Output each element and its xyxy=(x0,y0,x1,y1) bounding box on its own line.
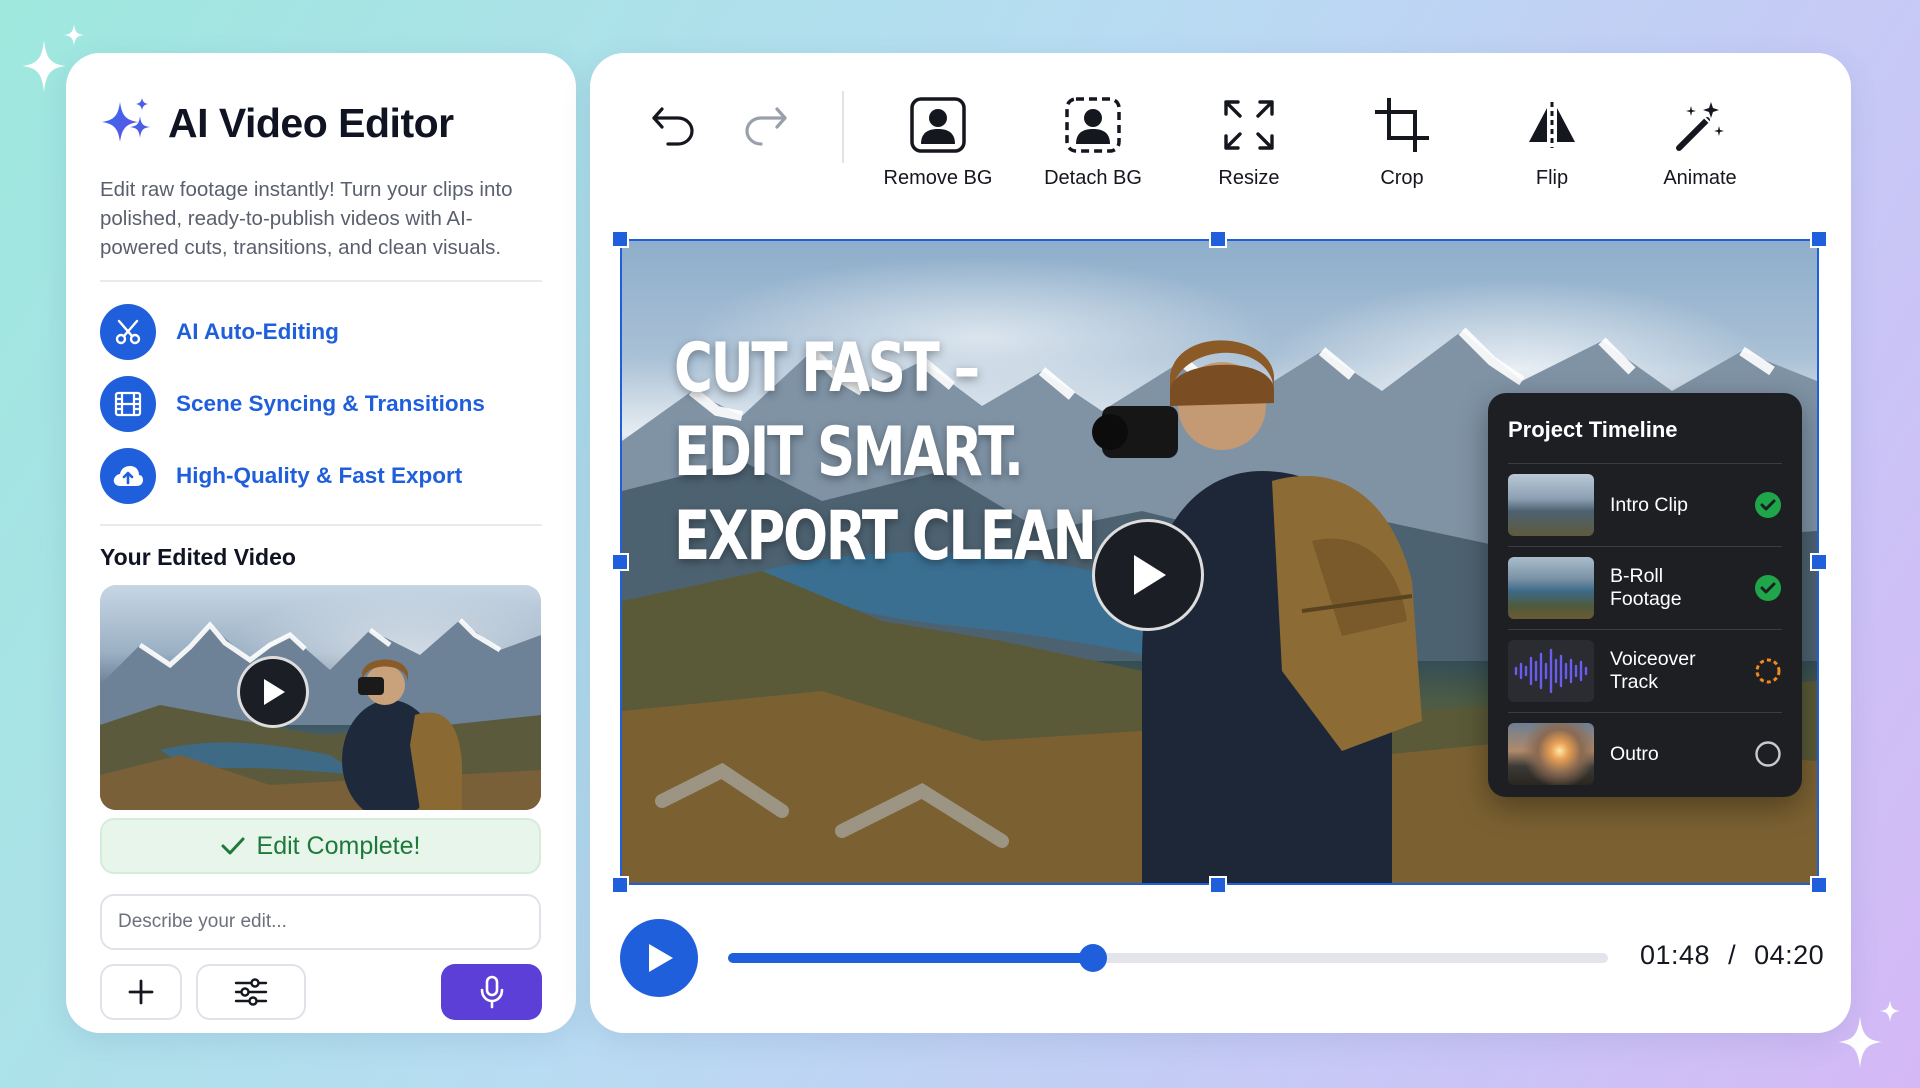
app-header: AI Video Editor xyxy=(100,91,542,155)
divider xyxy=(100,280,542,282)
headline-line: EXPORT CLEAN. xyxy=(674,497,1115,576)
feature-label: AI Auto-Editing xyxy=(176,319,339,344)
voice-input-button[interactable] xyxy=(441,964,542,1020)
clip-name: Voiceover Track xyxy=(1610,648,1696,693)
timeline-item[interactable]: Voiceover Track xyxy=(1508,629,1782,712)
complete-check-icon xyxy=(1754,491,1782,519)
divider xyxy=(100,524,542,526)
section-title: Your Edited Video xyxy=(100,544,296,570)
video-headline: CUT FAST – EDIT SMART. EXPORT CLEAN. xyxy=(674,327,1115,579)
timeline-item[interactable]: B-Roll Footage xyxy=(1508,546,1782,629)
edit-complete-label: Edit Complete! xyxy=(256,831,421,860)
thumbnail-scene xyxy=(100,618,541,810)
project-timeline-card: Project Timeline Intro Clip B-Roll Foota… xyxy=(1488,393,1802,797)
feature-item-fast-export[interactable]: High-Quality & Fast Export xyxy=(100,440,542,512)
seek-bar-handle[interactable] xyxy=(1079,944,1108,972)
resize-handle[interactable] xyxy=(1810,876,1828,894)
resize-handle[interactable] xyxy=(1810,553,1828,571)
feature-list: AI Auto-Editing Scene Syncing & Transiti… xyxy=(100,296,542,512)
undo-icon[interactable] xyxy=(650,101,696,151)
seek-bar-progress xyxy=(728,953,1094,963)
microphone-icon xyxy=(480,975,503,1009)
feature-item-auto-editing[interactable]: AI Auto-Editing xyxy=(100,296,542,368)
resize-arrows-icon xyxy=(1224,100,1274,150)
feature-label: High-Quality & Fast Export xyxy=(176,463,463,488)
plus-icon xyxy=(128,979,154,1005)
playback-play-button[interactable] xyxy=(620,919,698,997)
toolbar: Remove BG Detach BG Resize Crop Flip Ani… xyxy=(590,53,1851,223)
flip-icon xyxy=(1529,102,1575,148)
person-dashed-frame-icon xyxy=(1065,97,1121,153)
app-description: Edit raw footage instantly! Turn your cl… xyxy=(100,178,513,259)
tool-resize[interactable]: Resize xyxy=(1189,91,1309,190)
play-icon xyxy=(1134,555,1166,595)
scissors-icon xyxy=(100,304,156,360)
clip-thumbnail xyxy=(1508,557,1594,619)
person-frame-icon xyxy=(910,97,966,153)
settings-button[interactable] xyxy=(196,964,306,1020)
sidebar-panel: AI Video Editor Edit raw footage instant… xyxy=(66,53,576,1033)
resize-handle[interactable] xyxy=(611,553,629,571)
timeline-item[interactable]: Intro Clip xyxy=(1508,463,1782,546)
editor-panel: Remove BG Detach BG Resize Crop Flip Ani… xyxy=(590,53,1851,1033)
time-separator: / xyxy=(1728,940,1737,970)
input-actions xyxy=(100,964,542,1020)
resize-handle[interactable] xyxy=(1209,230,1227,248)
clip-name: B-Roll Footage xyxy=(1610,565,1682,610)
tool-label: Remove BG xyxy=(883,167,993,189)
check-icon xyxy=(221,837,245,855)
tool-flip[interactable]: Flip xyxy=(1492,91,1612,190)
time-display: 01:48 / 04:20 xyxy=(1640,940,1824,971)
play-icon xyxy=(649,944,673,972)
tool-label: Detach BG xyxy=(1044,167,1142,189)
resize-handle[interactable] xyxy=(611,876,629,894)
video-canvas[interactable]: CUT FAST – EDIT SMART. EXPORT CLEAN. Pro… xyxy=(611,230,1828,894)
tool-label: Resize xyxy=(1218,167,1280,189)
headline-line: EDIT SMART. xyxy=(674,413,1024,492)
feature-item-scene-syncing[interactable]: Scene Syncing & Transitions xyxy=(100,368,542,440)
clip-name: Intro Clip xyxy=(1610,493,1689,516)
sliders-icon xyxy=(234,978,268,1006)
tool-remove-bg[interactable]: Remove BG xyxy=(878,91,998,190)
timeline-title: Project Timeline xyxy=(1508,417,1678,442)
tool-label: Crop xyxy=(1380,167,1424,189)
in-progress-spinner-icon xyxy=(1754,657,1782,685)
add-button[interactable] xyxy=(100,964,182,1020)
app-title: AI Video Editor xyxy=(168,99,454,146)
total-time: 04:20 xyxy=(1754,940,1825,970)
seek-bar[interactable] xyxy=(728,944,1608,972)
play-icon xyxy=(264,679,285,705)
audio-waveform-thumbnail xyxy=(1508,640,1594,702)
redo-icon[interactable] xyxy=(743,101,789,151)
tool-label: Flip xyxy=(1535,167,1569,189)
complete-check-icon xyxy=(1754,574,1782,602)
video-preview[interactable]: CUT FAST – EDIT SMART. EXPORT CLEAN. Pro… xyxy=(622,241,1817,883)
play-button[interactable] xyxy=(237,656,309,728)
crop-icon xyxy=(1375,98,1429,152)
timeline-item[interactable]: Outro xyxy=(1508,712,1782,795)
describe-edit-input[interactable] xyxy=(100,894,541,950)
resize-handle[interactable] xyxy=(1810,230,1828,248)
toolbar-divider xyxy=(842,91,844,163)
clip-thumbnail xyxy=(1508,474,1594,536)
current-time: 01:48 xyxy=(1640,940,1711,970)
headline-line: CUT FAST – xyxy=(674,329,980,408)
tool-crop[interactable]: Crop xyxy=(1342,91,1462,190)
tool-animate[interactable]: Animate xyxy=(1640,91,1760,190)
video-play-button[interactable] xyxy=(1092,519,1204,631)
magic-wand-icon xyxy=(1676,102,1724,151)
film-icon xyxy=(100,376,156,432)
ai-sparkle-icon xyxy=(102,98,150,142)
tool-label: Animate xyxy=(1663,167,1737,189)
clip-thumbnail xyxy=(1508,723,1594,785)
resize-handle[interactable] xyxy=(1209,876,1227,894)
edited-video-thumbnail[interactable] xyxy=(100,585,541,810)
tool-detach-bg[interactable]: Detach BG xyxy=(1033,91,1153,190)
feature-label: Scene Syncing & Transitions xyxy=(176,391,485,416)
clip-name: Outro xyxy=(1610,742,1659,765)
cloud-upload-icon xyxy=(100,448,156,504)
resize-handle[interactable] xyxy=(611,230,629,248)
pending-circle-icon xyxy=(1754,740,1782,768)
edit-complete-badge: Edit Complete! xyxy=(100,818,541,874)
